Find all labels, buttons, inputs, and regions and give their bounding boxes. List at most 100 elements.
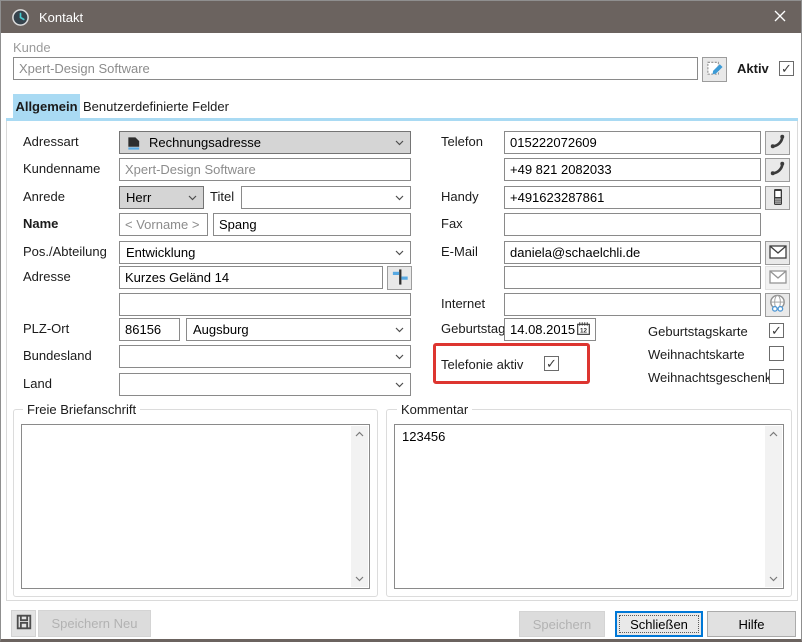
hilfe-button[interactable]: Hilfe bbox=[707, 611, 796, 637]
tab-benutzerdefinierte-label: Benutzerdefinierte Felder bbox=[83, 99, 229, 114]
weihnachtsgeschenk-label: Weihnachtsgeschenk bbox=[648, 370, 771, 385]
schliessen-button[interactable]: Schließen bbox=[615, 611, 703, 637]
internet-input[interactable] bbox=[504, 293, 761, 316]
handy-label: Handy bbox=[441, 189, 479, 204]
speichern-neu-button[interactable]: Speichern Neu bbox=[38, 610, 151, 637]
edit-customer-button[interactable] bbox=[702, 57, 727, 82]
adresse-input[interactable] bbox=[119, 266, 383, 289]
adresse-label: Adresse bbox=[23, 269, 71, 284]
phone-icon bbox=[769, 133, 786, 153]
pos-abteilung-value: Entwicklung bbox=[126, 245, 195, 260]
vorname-input[interactable] bbox=[119, 213, 208, 236]
ort-value: Augsburg bbox=[193, 322, 249, 337]
calendar-icon[interactable]: 12 bbox=[576, 321, 591, 339]
nachname-input[interactable] bbox=[213, 213, 411, 236]
anrede-combo[interactable]: Herr bbox=[119, 186, 204, 209]
scroll-up-button[interactable] bbox=[355, 426, 364, 442]
title-bar: Kontakt bbox=[1, 1, 801, 33]
plz-input[interactable] bbox=[119, 318, 180, 341]
kommentar-legend: Kommentar bbox=[397, 402, 472, 417]
briefanschrift-legend: Freie Briefanschrift bbox=[23, 402, 140, 417]
adressart-combo[interactable]: Rechnungsadresse bbox=[119, 131, 411, 154]
kommentar-text: 123456 bbox=[402, 429, 445, 444]
kommentar-textarea[interactable]: 123456 bbox=[394, 424, 784, 589]
email2-input[interactable] bbox=[504, 266, 761, 289]
edit-note-icon bbox=[706, 59, 724, 80]
send-email2-button[interactable] bbox=[765, 266, 790, 290]
send-email1-button[interactable] bbox=[765, 241, 790, 265]
geburtstag-label: Geburtstag bbox=[441, 321, 505, 336]
clock-app-icon bbox=[11, 8, 30, 27]
kundenname-label: Kundenname bbox=[23, 161, 100, 176]
email1-input[interactable] bbox=[504, 241, 761, 264]
aktiv-checkbox[interactable] bbox=[779, 61, 794, 76]
kunde-input[interactable] bbox=[13, 57, 698, 80]
ort-combo[interactable]: Augsburg bbox=[186, 318, 411, 341]
bundesland-combo[interactable] bbox=[119, 345, 411, 368]
adressart-label: Adressart bbox=[23, 134, 79, 149]
pos-abteilung-combo[interactable]: Entwicklung bbox=[119, 241, 411, 264]
dial-mobile-button[interactable] bbox=[765, 186, 790, 210]
telefon-label: Telefon bbox=[441, 134, 483, 149]
aktiv-label: Aktiv bbox=[737, 61, 769, 76]
titel-combo[interactable] bbox=[241, 186, 411, 209]
kunde-label: Kunde bbox=[13, 40, 51, 55]
adressart-value: Rechnungsadresse bbox=[149, 135, 261, 150]
weihnachtskarte-checkbox[interactable] bbox=[769, 346, 784, 361]
floppy-disk-icon bbox=[15, 613, 33, 634]
weihnachtskarte-label: Weihnachtskarte bbox=[648, 347, 745, 362]
chevron-down-icon bbox=[395, 140, 404, 146]
phone-icon bbox=[769, 160, 786, 180]
briefanschrift-textarea[interactable] bbox=[21, 424, 370, 589]
svg-text:12: 12 bbox=[580, 327, 587, 334]
kundenname-input[interactable] bbox=[119, 158, 411, 181]
geburtstag-field[interactable]: 14.08.2015 12 bbox=[504, 318, 596, 341]
land-label: Land bbox=[23, 376, 52, 391]
titel-label: Titel bbox=[210, 189, 234, 204]
scroll-up-button[interactable] bbox=[769, 426, 778, 442]
invoice-address-icon bbox=[126, 135, 142, 151]
anrede-label: Anrede bbox=[23, 189, 65, 204]
chevron-down-icon bbox=[188, 195, 197, 201]
geburtstagskarte-checkbox[interactable] bbox=[769, 323, 784, 338]
dial-phone1-button[interactable] bbox=[765, 131, 790, 155]
route-button[interactable] bbox=[387, 266, 412, 290]
mobile-phone-icon bbox=[770, 188, 786, 209]
pos-abteilung-label: Pos./Abteilung bbox=[23, 244, 107, 259]
annotation-highlight bbox=[433, 343, 590, 384]
open-website-button[interactable] bbox=[765, 293, 790, 317]
envelope-icon bbox=[769, 245, 787, 262]
scrollbar[interactable] bbox=[351, 426, 368, 587]
chevron-down-icon bbox=[395, 382, 404, 388]
handy-input[interactable] bbox=[504, 186, 761, 209]
scroll-down-button[interactable] bbox=[355, 571, 364, 587]
speichern-button[interactable]: Speichern bbox=[519, 611, 605, 637]
close-button[interactable] bbox=[759, 1, 801, 33]
window-title: Kontakt bbox=[39, 10, 83, 25]
plz-ort-label: PLZ-Ort bbox=[23, 321, 69, 336]
tab-benutzerdefinierte-felder[interactable]: Benutzerdefinierte Felder bbox=[80, 94, 232, 118]
contact-dialog: Kontakt Kunde Aktiv Allgemein Benutzerde… bbox=[0, 0, 802, 642]
scroll-down-button[interactable] bbox=[769, 571, 778, 587]
scrollbar[interactable] bbox=[765, 426, 782, 587]
land-combo[interactable] bbox=[119, 373, 411, 396]
internet-label: Internet bbox=[441, 296, 485, 311]
tab-allgemein[interactable]: Allgemein bbox=[13, 94, 80, 118]
chevron-down-icon bbox=[395, 327, 404, 333]
geburtstag-value: 14.08.2015 bbox=[510, 322, 576, 337]
fax-label: Fax bbox=[441, 216, 463, 231]
telefon2-input[interactable] bbox=[504, 158, 761, 181]
save-icon-button[interactable] bbox=[11, 610, 36, 637]
signpost-icon bbox=[391, 268, 409, 289]
weihnachtsgeschenk-checkbox[interactable] bbox=[769, 369, 784, 384]
close-icon bbox=[774, 10, 786, 25]
chevron-down-icon bbox=[395, 195, 404, 201]
envelope-icon bbox=[769, 270, 787, 287]
adresse2-input[interactable] bbox=[119, 293, 411, 316]
telefon1-input[interactable] bbox=[504, 131, 761, 154]
geburtstagskarte-label: Geburtstagskarte bbox=[648, 324, 748, 339]
dial-phone2-button[interactable] bbox=[765, 158, 790, 182]
email-label: E-Mail bbox=[441, 244, 478, 259]
fax-input[interactable] bbox=[504, 213, 761, 236]
name-label: Name bbox=[23, 216, 58, 231]
